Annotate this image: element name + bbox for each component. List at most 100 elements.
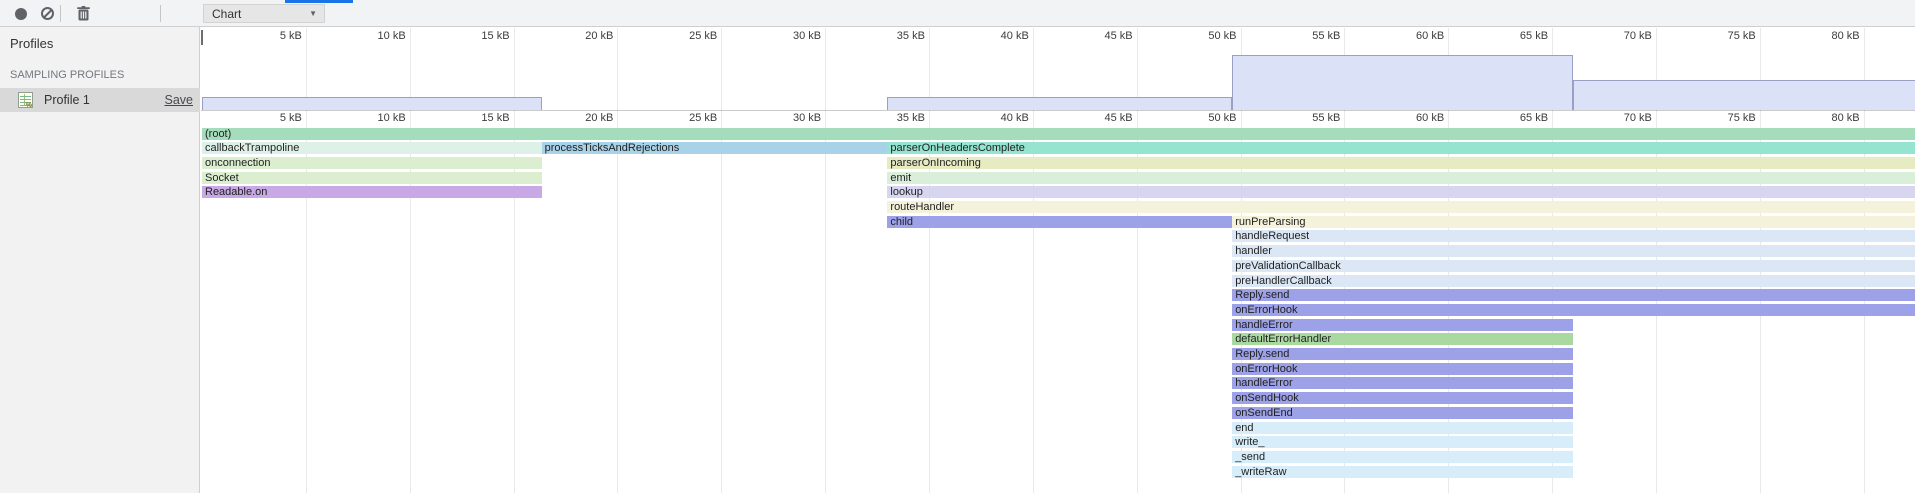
flame-segment[interactable]: handler (1232, 245, 1915, 257)
ruler-tick-label: 70 kB (1592, 112, 1652, 125)
flame-segment-label: callbackTrampoline (202, 142, 542, 154)
profiles-title: Profiles (10, 36, 53, 51)
flame-segment[interactable]: child (887, 216, 1232, 228)
ruler-tick-label: 30 kB (761, 30, 821, 43)
ruler-tick-label: 10 kB (346, 112, 406, 125)
flame-segment[interactable]: end (1232, 422, 1573, 434)
chart-view-select[interactable]: Chart ▼ (203, 4, 325, 23)
ruler-tick-label: 50 kB (1177, 30, 1237, 43)
ruler-gridline (617, 28, 618, 493)
flame-segment-label: defaultErrorHandler (1232, 333, 1573, 345)
flame-segment[interactable]: Socket (202, 172, 542, 184)
flame-segment[interactable]: handleError (1232, 377, 1573, 389)
flame-segment[interactable]: preHandlerCallback (1232, 275, 1915, 287)
ruler-tick-label: 30 kB (761, 112, 821, 125)
flame-segment[interactable]: onconnection (202, 157, 542, 169)
flame-segment[interactable]: Readable.on (202, 186, 542, 198)
flame-segment[interactable]: onErrorHook (1232, 363, 1573, 375)
overview-left-grip[interactable] (201, 30, 203, 45)
ruler-tick-label: 60 kB (1384, 112, 1444, 125)
flame-segment[interactable]: emit (887, 172, 1915, 184)
flame-segment[interactable]: defaultErrorHandler (1232, 333, 1573, 345)
flame-segment-label: parserOnHeadersComplete (887, 142, 1915, 154)
flame-segment-label: _writeRaw (1232, 466, 1573, 478)
ruler-tick-label: 20 kB (553, 30, 613, 43)
ruler-tick-label: 65 kB (1488, 30, 1548, 43)
flame-segment-label: (root) (202, 128, 1915, 140)
flame-segment[interactable]: parserOnIncoming (887, 157, 1915, 169)
clear-profiles-button[interactable] (34, 0, 60, 27)
ruler-tick-label: 50 kB (1177, 112, 1237, 125)
flame-segment-label: Socket (202, 172, 542, 184)
overview-memory-step[interactable] (887, 97, 1232, 110)
chevron-down-icon: ▼ (309, 9, 324, 18)
flame-segment-label: onconnection (202, 157, 542, 169)
flame-segment[interactable]: onSendEnd (1232, 407, 1573, 419)
flame-segment-label: handleError (1232, 319, 1573, 331)
memory-profiler-panel: Chart ▼ Profiles SAMPLING PROFILES % Pro… (0, 0, 1915, 493)
profiles-sidebar: Profiles SAMPLING PROFILES % Profile 1 S… (0, 27, 200, 493)
flame-segment[interactable]: processTicksAndRejections (542, 142, 888, 154)
ruler-tick-label: 75 kB (1696, 30, 1756, 43)
ruler-tick-label: 55 kB (1280, 30, 1340, 43)
ruler-tick-label: 40 kB (969, 112, 1029, 125)
overview-memory-step[interactable] (1232, 55, 1573, 110)
flame-segment[interactable]: Reply.send (1232, 348, 1573, 360)
flame-segment[interactable]: onErrorHook (1232, 304, 1915, 316)
flame-segment[interactable]: _send (1232, 451, 1573, 463)
flame-segment[interactable]: write_ (1232, 436, 1573, 448)
flame-segment-label: end (1232, 422, 1573, 434)
flame-segment-label: onSendHook (1232, 392, 1573, 404)
ruler-tick-label: 15 kB (450, 112, 510, 125)
flame-segment[interactable]: lookup (887, 186, 1915, 198)
flame-segment-label: routeHandler (887, 201, 1915, 213)
flame-segment-label: write_ (1232, 436, 1573, 448)
flame-chart-pane[interactable]: 5 kB5 kB10 kB10 kB15 kB15 kB20 kB20 kB25… (201, 27, 1915, 493)
ruler-tick-label: 65 kB (1488, 112, 1548, 125)
flame-segment-label: Readable.on (202, 186, 542, 198)
flame-segment[interactable]: handleError (1232, 319, 1573, 331)
ruler-tick-label: 20 kB (553, 112, 613, 125)
toolbar-separator (60, 5, 61, 22)
ruler-gridline (721, 28, 722, 493)
flame-segment-label: onErrorHook (1232, 304, 1915, 316)
flame-segment[interactable]: routeHandler (887, 201, 1915, 213)
ruler-tick-label: 35 kB (865, 30, 925, 43)
active-tab-indicator (285, 0, 353, 3)
profile-list-item[interactable]: % Profile 1 Save (0, 88, 200, 112)
delete-profile-button[interactable] (70, 0, 96, 27)
flame-segment-label: handleError (1232, 377, 1573, 389)
profile-name: Profile 1 (44, 93, 90, 107)
flame-segment-label: handler (1232, 245, 1915, 257)
chart-view-select-value: Chart (204, 7, 309, 21)
flame-segment[interactable]: callbackTrampoline (202, 142, 542, 154)
overview-memory-step[interactable] (202, 97, 542, 110)
ruler-tick-label: 80 kB (1800, 112, 1860, 125)
ruler-tick-label: 35 kB (865, 112, 925, 125)
flame-segment[interactable]: handleRequest (1232, 230, 1915, 242)
flame-segment-label: _send (1232, 451, 1573, 463)
flame-segment-label: onErrorHook (1232, 363, 1573, 375)
flame-segment-label: processTicksAndRejections (542, 142, 888, 154)
flame-segment-label: parserOnIncoming (887, 157, 1915, 169)
ruler-tick-label: 60 kB (1384, 30, 1444, 43)
flame-segment-label: preValidationCallback (1232, 260, 1915, 272)
flame-segment[interactable]: runPreParsing (1232, 216, 1915, 228)
flame-segment[interactable]: onSendHook (1232, 392, 1573, 404)
block-icon (41, 7, 54, 20)
flame-segment[interactable]: _writeRaw (1232, 466, 1573, 478)
flame-segment[interactable]: Reply.send (1232, 289, 1915, 301)
flame-segment-label: emit (887, 172, 1915, 184)
ruler-tick-label: 40 kB (969, 30, 1029, 43)
overview-memory-step[interactable] (1573, 80, 1915, 110)
ruler-tick-label: 10 kB (346, 30, 406, 43)
save-profile-link[interactable]: Save (165, 93, 194, 107)
flame-segment[interactable]: preValidationCallback (1232, 260, 1915, 272)
ruler-tick-label: 80 kB (1800, 30, 1860, 43)
record-heap-profile-button[interactable] (8, 0, 34, 27)
trash-icon (77, 6, 90, 21)
toolbar: Chart ▼ (0, 0, 1915, 27)
flame-segment[interactable]: parserOnHeadersComplete (887, 142, 1915, 154)
ruler-gridline (825, 28, 826, 493)
flame-segment[interactable]: (root) (202, 128, 1915, 140)
